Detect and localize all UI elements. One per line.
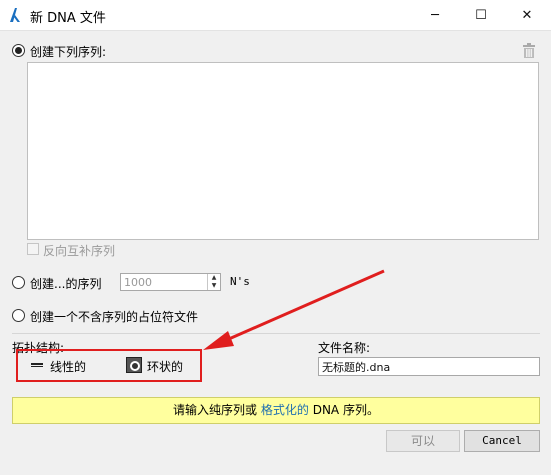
notice-text-before: 请输入纯序列或 xyxy=(173,403,261,417)
file-name-input[interactable] xyxy=(318,357,540,376)
maximize-button[interactable]: ☐ xyxy=(458,0,504,31)
notice-bar: 请输入纯序列或 格式化的 DNA 序列。 xyxy=(12,397,540,424)
create-sequences-radio[interactable] xyxy=(12,44,25,57)
n-count-spinbox[interactable]: 1000 ▲ ▼ xyxy=(120,273,221,291)
create-n-radio[interactable] xyxy=(12,276,25,289)
create-n-label: 创建...的序列 xyxy=(30,277,102,291)
sequence-textarea[interactable] xyxy=(27,62,539,240)
minimize-button[interactable]: ─ xyxy=(412,0,458,31)
create-sequences-label: 创建下列序列: xyxy=(30,45,107,59)
section-divider xyxy=(12,333,540,334)
reverse-complement-label: 反向互补序列 xyxy=(43,244,116,258)
linear-topology-icon[interactable] xyxy=(31,363,43,367)
close-button[interactable]: ✕ xyxy=(504,0,550,31)
title-bar: 新 DNA 文件 ─ ☐ ✕ xyxy=(0,0,551,31)
spin-up-icon[interactable]: ▲ xyxy=(208,274,220,282)
circular-topology-icon[interactable] xyxy=(126,357,142,373)
circular-label[interactable]: 环状的 xyxy=(147,358,183,375)
file-name-label: 文件名称: xyxy=(318,341,371,355)
spinbox-buttons: ▲ ▼ xyxy=(207,274,220,290)
n-count-value: 1000 xyxy=(124,276,152,289)
placeholder-file-radio[interactable] xyxy=(12,309,25,322)
placeholder-file-label: 创建一个不含序列的占位符文件 xyxy=(30,310,199,324)
linear-label[interactable]: 线性的 xyxy=(50,358,86,375)
window-title: 新 DNA 文件 xyxy=(30,11,106,26)
app-logo-icon xyxy=(10,8,20,22)
formatted-link[interactable]: 格式化的 xyxy=(261,403,309,417)
n-unit-label: N's xyxy=(230,275,250,288)
ok-button[interactable]: 可以 xyxy=(386,430,460,452)
cancel-button[interactable]: Cancel xyxy=(464,430,540,452)
trash-icon[interactable] xyxy=(522,43,536,58)
spin-down-icon[interactable]: ▼ xyxy=(208,282,220,290)
notice-text-after: DNA 序列。 xyxy=(308,403,379,417)
reverse-complement-checkbox[interactable] xyxy=(27,243,39,255)
